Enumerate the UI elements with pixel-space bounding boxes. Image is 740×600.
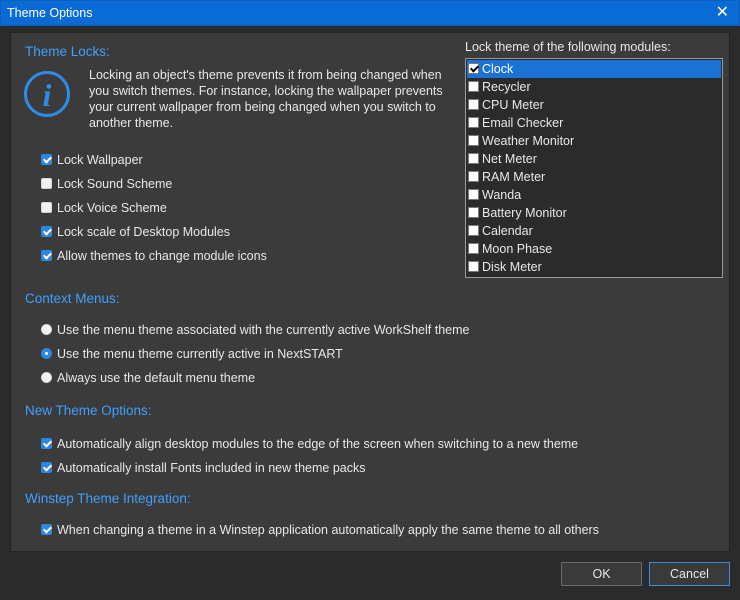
menu-theme-nextstart-label: Use the menu theme currently active in N… <box>57 347 343 361</box>
module-label: CPU Meter <box>482 98 544 112</box>
module-item-clock[interactable]: Clock <box>467 60 721 78</box>
checkbox-box[interactable] <box>41 250 52 262</box>
lock-scale-modules-label: Lock scale of Desktop Modules <box>57 225 231 239</box>
menu-theme-default-radio[interactable]: Always use the default menu theme <box>41 369 255 387</box>
module-label: Recycler <box>482 80 531 94</box>
auto-install-fonts-checkbox[interactable]: Automatically install Fonts included in … <box>41 459 365 477</box>
module-item-net-meter[interactable]: Net Meter <box>467 150 721 168</box>
module-label: Clock <box>482 62 514 76</box>
module-label: Wanda <box>482 188 522 202</box>
module-item-disk-meter[interactable]: Disk Meter <box>467 258 721 276</box>
checkbox-box[interactable] <box>41 462 52 474</box>
checkbox-box[interactable] <box>468 63 479 75</box>
checkbox-box[interactable] <box>468 207 479 219</box>
auto-align-modules-label: Automatically align desktop modules to t… <box>57 437 579 451</box>
module-item-cpu-meter[interactable]: CPU Meter <box>467 96 721 114</box>
title-bar: Theme Options ✕ <box>0 0 740 26</box>
checkbox-box[interactable] <box>468 171 479 183</box>
checkbox-box[interactable] <box>468 135 479 147</box>
radio-dot[interactable] <box>41 348 52 360</box>
ok-button[interactable]: OK <box>561 562 642 586</box>
close-icon[interactable]: ✕ <box>716 4 729 22</box>
menu-theme-nextstart-radio[interactable]: Use the menu theme currently active in N… <box>41 345 343 363</box>
lock-scale-modules-checkbox[interactable]: Lock scale of Desktop Modules <box>41 223 230 241</box>
module-label: RAM Meter <box>482 170 546 184</box>
menu-theme-default-label: Always use the default menu theme <box>57 371 256 385</box>
lock-sound-scheme-label: Lock Sound Scheme <box>57 177 173 191</box>
lock-wallpaper-label: Lock Wallpaper <box>57 153 143 167</box>
module-item-weather-monitor[interactable]: Weather Monitor <box>467 132 721 150</box>
radio-dot[interactable] <box>41 324 52 336</box>
auto-install-fonts-label: Automatically install Fonts included in … <box>57 461 366 475</box>
lock-voice-scheme-checkbox[interactable]: Lock Voice Scheme <box>41 199 167 217</box>
checkbox-box[interactable] <box>468 153 479 165</box>
theme-locks-header: Theme Locks: <box>25 44 110 59</box>
new-theme-options-header: New Theme Options: <box>25 403 152 418</box>
checkbox-box[interactable] <box>468 261 479 273</box>
checkbox-box[interactable] <box>41 438 52 450</box>
apply-theme-to-all-checkbox[interactable]: When changing a theme in a Winstep appli… <box>41 521 599 539</box>
theme-integration-header: Winstep Theme Integration: <box>25 491 191 506</box>
checkbox-box[interactable] <box>468 189 479 201</box>
theme-locks-info-text: Locking an object's theme prevents it fr… <box>89 68 443 130</box>
apply-theme-to-all-label: When changing a theme in a Winstep appli… <box>57 523 599 537</box>
module-label: Net Meter <box>482 152 537 166</box>
module-label: Moon Phase <box>482 242 553 256</box>
module-item-ram-meter[interactable]: RAM Meter <box>467 168 721 186</box>
lock-voice-scheme-label: Lock Voice Scheme <box>57 201 167 215</box>
menu-theme-workshelf-label: Use the menu theme associated with the c… <box>57 323 470 337</box>
checkbox-box[interactable] <box>41 226 52 238</box>
menu-theme-workshelf-radio[interactable]: Use the menu theme associated with the c… <box>41 321 469 339</box>
module-label: Battery Monitor <box>482 206 567 220</box>
lock-sound-scheme-checkbox[interactable]: Lock Sound Scheme <box>41 175 172 193</box>
checkbox-box[interactable] <box>41 154 52 166</box>
allow-module-icons-checkbox[interactable]: Allow themes to change module icons <box>41 247 267 265</box>
cancel-button[interactable]: Cancel <box>649 562 730 586</box>
module-item-calendar[interactable]: Calendar <box>467 222 721 240</box>
auto-align-modules-checkbox[interactable]: Automatically align desktop modules to t… <box>41 435 578 453</box>
options-panel: Theme Locks: i Locking an object's theme… <box>10 32 730 552</box>
lock-wallpaper-checkbox[interactable]: Lock Wallpaper <box>41 151 143 169</box>
module-item-battery-monitor[interactable]: Battery Monitor <box>467 204 721 222</box>
checkbox-box[interactable] <box>468 243 479 255</box>
modules-list-header: Lock theme of the following modules: <box>465 40 671 54</box>
module-label: Disk Meter <box>482 260 542 274</box>
module-label: Email Checker <box>482 116 564 130</box>
checkbox-box[interactable] <box>468 99 479 111</box>
module-label: Calendar <box>482 224 533 238</box>
context-menus-header: Context Menus: <box>25 291 120 306</box>
module-item-recycler[interactable]: Recycler <box>467 78 721 96</box>
checkbox-box[interactable] <box>468 81 479 93</box>
allow-module-icons-label: Allow themes to change module icons <box>57 249 267 263</box>
window-title: Theme Options <box>7 6 93 20</box>
module-item-wanda[interactable]: Wanda <box>467 186 721 204</box>
modules-listbox[interactable]: Clock Recycler CPU Meter Email Checker W… <box>465 58 723 278</box>
checkbox-box[interactable] <box>41 178 52 190</box>
module-label: Weather Monitor <box>482 134 575 148</box>
checkbox-box[interactable] <box>468 225 479 237</box>
info-icon: i <box>24 71 70 117</box>
checkbox-box[interactable] <box>41 524 52 536</box>
radio-dot[interactable] <box>41 372 52 384</box>
checkbox-box[interactable] <box>41 202 52 214</box>
checkbox-box[interactable] <box>468 117 479 129</box>
module-item-moon-phase[interactable]: Moon Phase <box>467 240 721 258</box>
module-item-email-checker[interactable]: Email Checker <box>467 114 721 132</box>
